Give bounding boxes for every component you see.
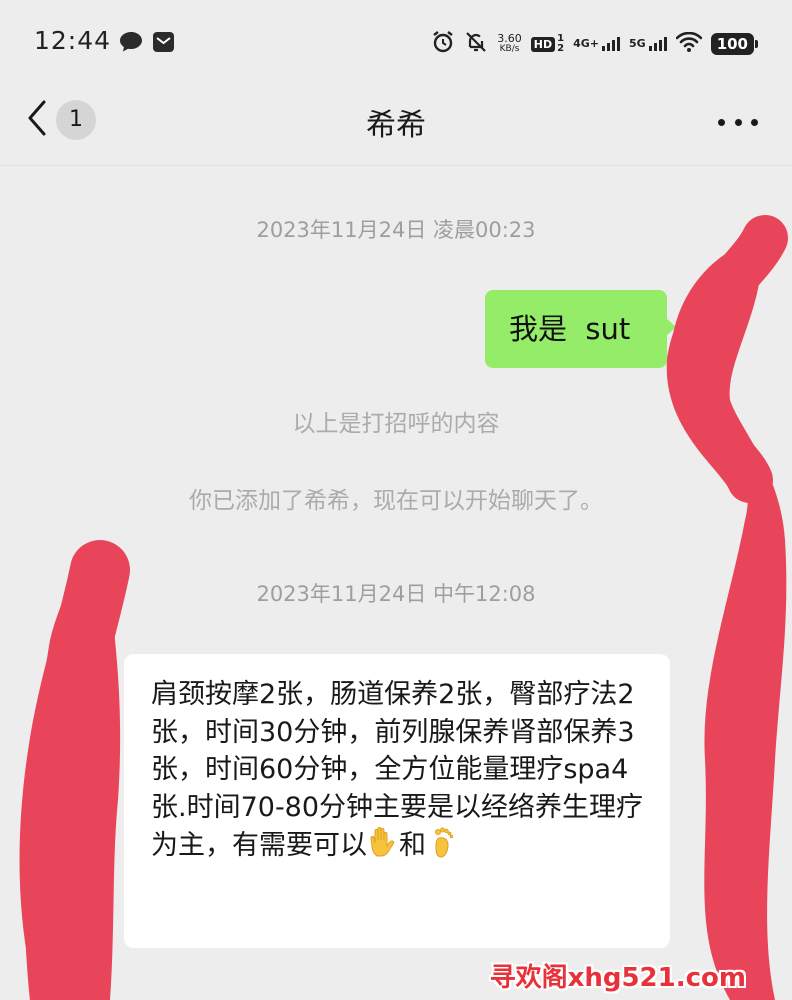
status-time: 12:44	[34, 26, 112, 55]
signal-4g-label: 4G+	[573, 37, 599, 50]
more-icon-dot	[751, 118, 758, 126]
timestamp: 2023年11月24日 中午12:08	[256, 582, 536, 606]
redaction-scribble-right	[671, 240, 787, 1000]
mute-icon	[464, 30, 488, 58]
watermark: 寻欢阁xhg521.com	[489, 963, 746, 993]
net-speed-value: 3.60	[497, 32, 522, 45]
net-speed-unit: KB/s	[499, 44, 520, 54]
status-bar: 12:44 3.60 KB/s HD 1 2 4G+ 5G 100	[0, 0, 792, 86]
redaction-scribble-left-stroke	[19, 540, 130, 970]
signal-5g-label: 5G	[629, 37, 646, 50]
hd-badge: HD 1 2	[530, 34, 565, 54]
system-message: 你已添加了希希，现在可以开始聊天了。	[189, 488, 603, 514]
more-icon-dot	[734, 118, 742, 126]
outgoing-message[interactable]: 我是 sut	[485, 290, 676, 368]
wifi-icon	[675, 31, 702, 56]
more-icon-dot	[718, 118, 725, 126]
redaction-scribble-left	[24, 555, 121, 1000]
timestamp: 2023年11月24日 凌晨00:23	[256, 218, 536, 242]
mail-icon	[152, 31, 175, 57]
chat-title: 希希	[366, 108, 426, 143]
signal-5g: 5G	[629, 37, 667, 51]
hd-label: HD	[530, 36, 556, 52]
incoming-join-text: 和	[399, 830, 426, 861]
signal-4g: 4G+	[573, 37, 620, 51]
foot-icon	[430, 826, 456, 869]
more-button[interactable]	[718, 112, 758, 132]
system-message: 以上是打招呼的内容	[292, 411, 500, 437]
battery-icon: 100	[710, 33, 758, 55]
chat-bubble-icon	[119, 31, 143, 57]
raised-hand-icon	[369, 826, 399, 869]
incoming-message[interactable]: 肩颈按摩2张，肠道保养2张，臀部疗法2张，时间30分钟，前列腺保养肾部保养3张，…	[124, 654, 670, 948]
hd-sub2: 2	[557, 43, 565, 54]
chat-header: 1 希希	[0, 86, 792, 166]
battery-level: 100	[710, 33, 754, 55]
status-icons: 3.60 KB/s HD 1 2 4G+ 5G 100	[431, 28, 758, 60]
redaction-scribble-right-inner	[666, 215, 788, 503]
alarm-icon	[431, 30, 455, 58]
network-speed: 3.60 KB/s	[497, 33, 522, 55]
